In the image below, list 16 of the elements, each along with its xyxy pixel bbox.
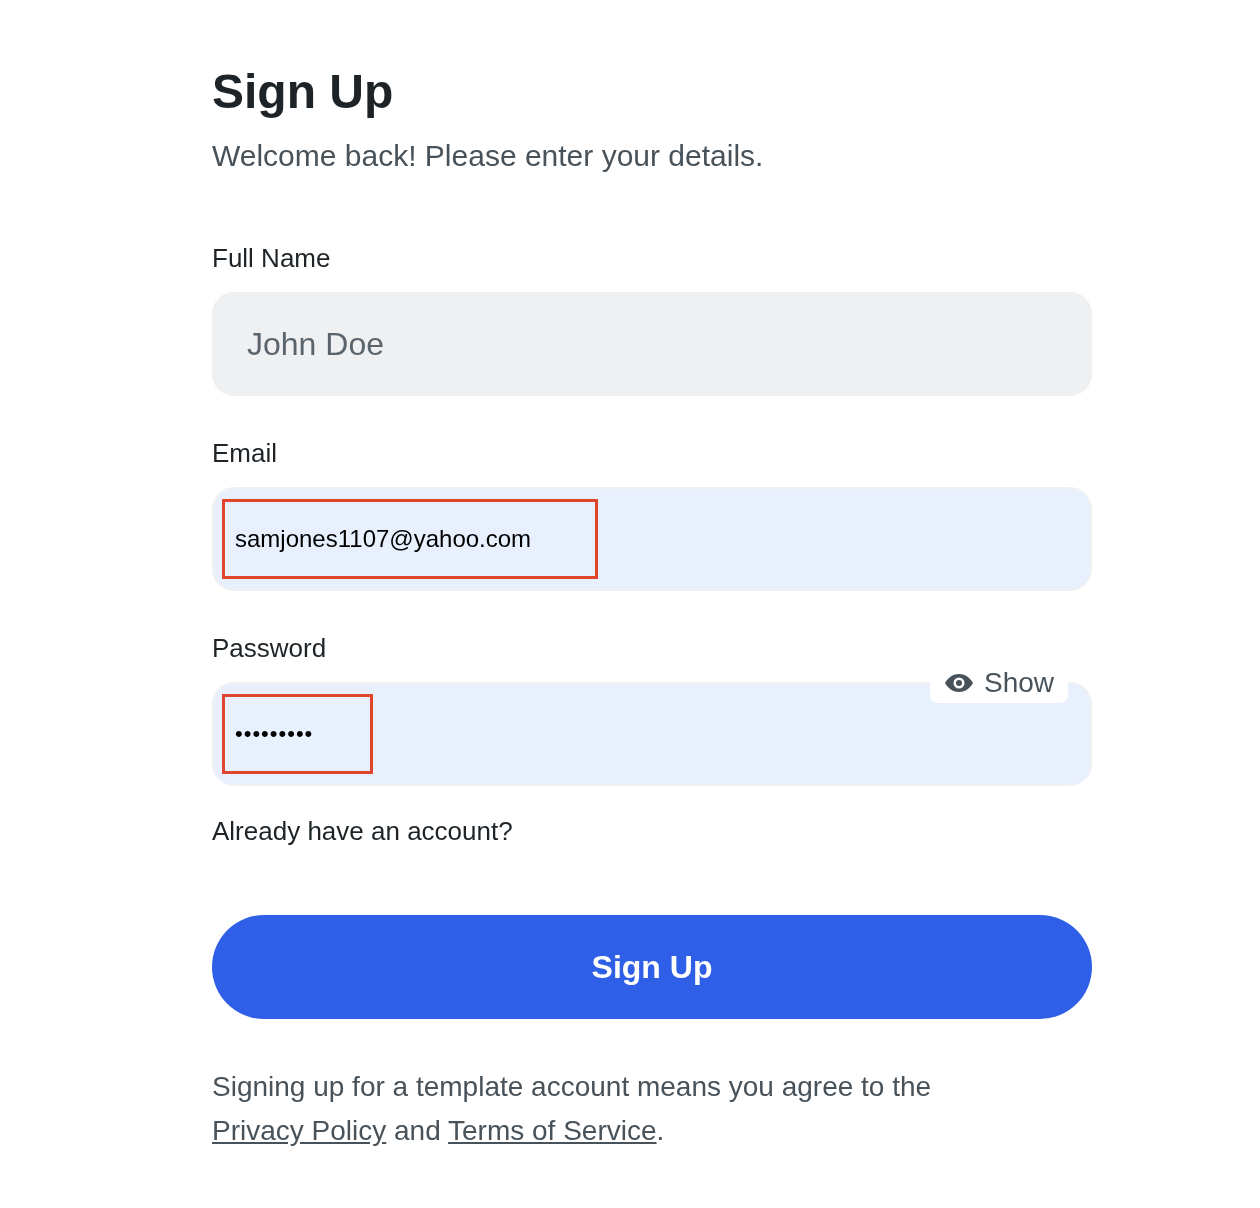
eye-icon [943, 673, 974, 693]
terms-text: Signing up for a template account means you agree to the Privacy Policy and Terms of Service. [212, 1070, 933, 1148]
account-prompt: Already have an account? [212, 816, 514, 847]
subtitle: Welcome back! Please enter your details. [212, 139, 765, 173]
name-input[interactable]: John Doe [225, 309, 825, 379]
sign-up-button[interactable]: Sign Up [212, 915, 1092, 1019]
email-input[interactable]: samjones1107@yahoo.com [225, 504, 595, 574]
terms-link[interactable]: Privacy Policy [212, 1115, 387, 1146]
field-label: Full Name [212, 243, 331, 274]
field-label: Password [212, 633, 327, 664]
password-input[interactable]: ••••••••• [225, 699, 370, 769]
input-field[interactable]: John Doe [212, 292, 1092, 396]
input-field[interactable]: samjones1107@yahoo.com [212, 487, 1092, 591]
page-title: Sign Up [212, 64, 395, 119]
field-label: Email [212, 438, 277, 469]
terms-link[interactable]: Terms of Service [448, 1115, 657, 1146]
